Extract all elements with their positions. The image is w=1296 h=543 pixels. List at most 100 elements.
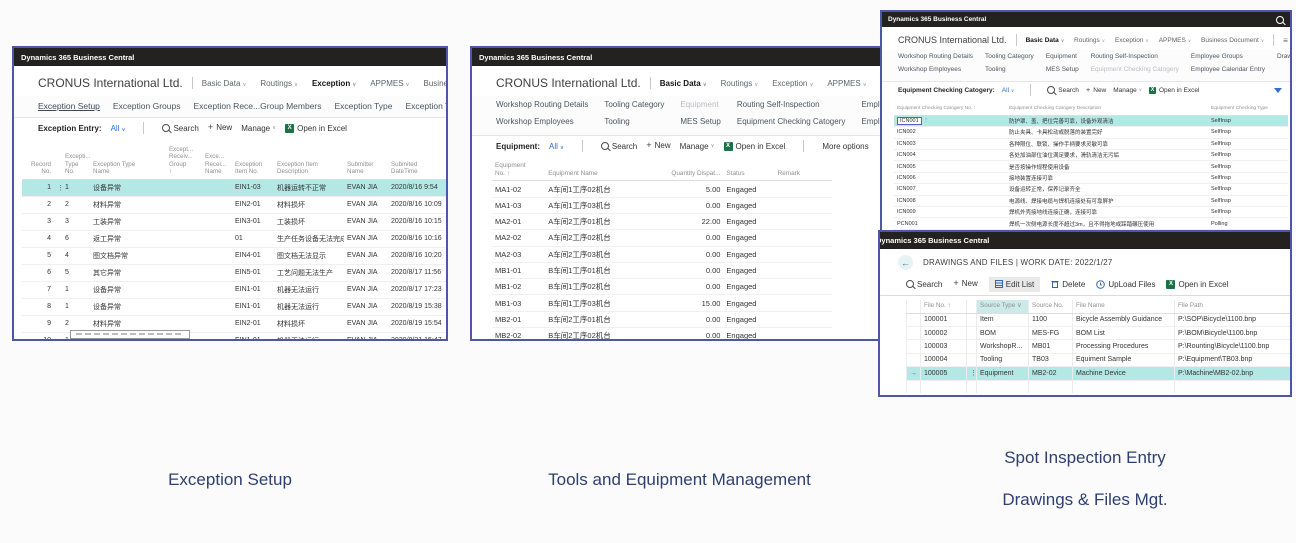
- tab-exception-group-members[interactable]: Exception Rece...Group Members: [193, 101, 321, 111]
- col-source-type[interactable]: Source Type ∨: [977, 300, 1029, 313]
- view-filter-dropdown[interactable]: All∨: [111, 124, 126, 133]
- nav-mes-setup[interactable]: MES Setup: [1046, 66, 1079, 77]
- col-quantity-dispatched[interactable]: Quantity Dispat...: [666, 160, 723, 181]
- table-row[interactable]: MB1-02 B车间1工序02机台 0.00 Engaged: [492, 279, 832, 295]
- col-source-no[interactable]: Source No.: [1029, 300, 1073, 313]
- col-record-no[interactable]: Record No.: [22, 144, 54, 179]
- nav-workshop-employees[interactable]: Workshop Employees: [898, 66, 973, 77]
- more-options-button[interactable]: More options: [822, 142, 868, 151]
- table-row[interactable]: 5 ⋮ 4 图文档异常 EIN4-01 图文档无法显示 EVAN JIA 202…: [22, 247, 446, 264]
- table-row[interactable]: ICN003 ⋮ 各种限位、联锁、操作手柄要求灵敏可靠 SelfInsp: [894, 138, 1288, 149]
- edit-list-button[interactable]: Edit List: [989, 277, 1040, 292]
- table-row[interactable]: → 100004 ⋮ Tooling TB03 Equiment Sample …: [907, 353, 1291, 366]
- view-filter-dropdown[interactable]: All∨: [549, 142, 564, 151]
- menu-item-exception[interactable]: Exception∨: [1115, 37, 1149, 44]
- menu-item-basic-data[interactable]: Basic Data∨: [202, 79, 247, 88]
- new-button[interactable]: +New: [208, 123, 232, 132]
- nav-routing-self-inspection[interactable]: Routing Self-Inspection: [737, 100, 846, 114]
- col-datetime[interactable]: Submited DateTime: [388, 144, 446, 179]
- table-row[interactable]: ICN005 ⋮ 是否按操作规程使用设备 SelfInsp: [894, 161, 1288, 172]
- table-row[interactable]: ICN008 ⋮ 电源线、焊接电缆与焊机连接处有可靠屏护 SelfInsp: [894, 195, 1288, 206]
- tab-exception-type-item[interactable]: Exception Type Item: [405, 101, 446, 111]
- nav-equipment[interactable]: Equipment: [1046, 53, 1079, 64]
- table-row[interactable]: ICN001 ⋮ 防护罩、盖、把位完善可靠，设备外观清洁 SelfInsp: [894, 115, 1288, 126]
- filter-pane-icon[interactable]: [1274, 88, 1282, 93]
- table-row[interactable]: MA1-02 A车间1工序02机台 5.00 Engaged: [492, 181, 832, 197]
- nav-drawings-and-files[interactable]: Drawings and Files: [1277, 53, 1290, 64]
- nav-tooling-category[interactable]: Tooling Category: [985, 53, 1034, 64]
- col-file-no[interactable]: File No. ↑: [921, 300, 967, 313]
- search-button[interactable]: Search: [601, 142, 637, 151]
- open-in-excel-button[interactable]: XOpen in Excel: [1166, 280, 1228, 289]
- nav-tooling[interactable]: Tooling: [985, 66, 1034, 77]
- company-name[interactable]: CRONUS International Ltd.: [898, 35, 1007, 45]
- open-in-excel-button[interactable]: XOpen in Excel: [1149, 87, 1199, 94]
- table-row[interactable]: 7 ⋮ 1 设备异常 EIN1-01 机器无法运行 EVAN JIA 2020/…: [22, 281, 446, 298]
- col-remark[interactable]: Remark: [775, 160, 832, 181]
- table-row[interactable]: 1 ⋮ 1 设备异常 EIN1-03 机器运转不正常 EVAN JIA 2020…: [22, 179, 446, 196]
- menu-item-appmes[interactable]: APPMES∨: [370, 79, 409, 88]
- nav-tooling-category[interactable]: Tooling Category: [604, 100, 664, 114]
- nav-tooling[interactable]: Tooling: [604, 117, 664, 131]
- manage-button[interactable]: Manage∨: [241, 124, 276, 133]
- col-equipment-name[interactable]: Equipment Name: [545, 160, 666, 181]
- table-row[interactable]: MA1-03 A车间1工序03机台 0.00 Engaged: [492, 197, 832, 213]
- col-receive-name[interactable]: Exce... Recei... Name: [202, 144, 232, 179]
- menu-item-routings[interactable]: Routings∨: [721, 79, 759, 88]
- search-icon[interactable]: [1276, 16, 1284, 24]
- table-row[interactable]: → ⋮: [907, 380, 1291, 393]
- menu-item-exception[interactable]: Exception∨: [312, 79, 356, 88]
- table-row[interactable]: MA2-03 A车间2工序03机台 0.00 Engaged: [492, 246, 832, 262]
- menu-item-appmes[interactable]: APPMES∨: [827, 79, 866, 88]
- table-row[interactable]: PCN001 ⋮ 焊机一次侧电源长度不超过3m，且不得拖地或踩踏碾压使用 Pol…: [894, 218, 1288, 229]
- table-row[interactable]: → 100005 ⋮ Equipment MB2-02 Machine Devi…: [907, 367, 1291, 380]
- table-row[interactable]: → 100001 ⋮ Item 1100 Bicycle Assembly Gu…: [907, 313, 1291, 326]
- new-button[interactable]: +New: [646, 141, 670, 150]
- col-item-no[interactable]: Exception Item No.: [232, 144, 274, 179]
- table-row[interactable]: ICN007 ⋮ 设备运转正常，保养记录齐全 SelfInsp: [894, 184, 1288, 195]
- col-status[interactable]: Status: [723, 160, 774, 181]
- table-row[interactable]: MB2-01 B车间2工序01机台 0.00 Engaged: [492, 311, 832, 327]
- table-row[interactable]: MB2-02 B车间2工序02机台 0.00 Engaged: [492, 328, 832, 339]
- menu-item-routings[interactable]: Routings∨: [260, 79, 298, 88]
- table-row[interactable]: 2 ⋮ 2 材料异常 EIN2-01 材料损坏 EVAN JIA 2020/8/…: [22, 196, 446, 213]
- col-type-name[interactable]: Exception Type Name: [90, 144, 166, 179]
- table-row[interactable]: ICN004 ⋮ 各处加油部位油位满足要求，滑轨清洁无污垢 SelfInsp: [894, 150, 1288, 161]
- menu-item-business-document[interactable]: Business Document∨: [424, 79, 446, 88]
- manage-button[interactable]: Manage∨: [680, 142, 715, 151]
- view-filter-dropdown[interactable]: All∨: [1002, 87, 1014, 94]
- nav-workshop-employees[interactable]: Workshop Employees: [496, 117, 588, 131]
- col-checking-description[interactable]: Equipment Checking Catogery Description: [1006, 104, 1208, 115]
- table-row[interactable]: 3 ⋮ 3 工装异常 EIN3-01 工装损坏 EVAN JIA 2020/8/…: [22, 213, 446, 230]
- open-in-excel-button[interactable]: XOpen in Excel: [724, 142, 786, 151]
- menu-item-business-document[interactable]: Business Document∨: [1201, 37, 1264, 44]
- new-button[interactable]: +New: [953, 279, 977, 288]
- table-row[interactable]: 6 ⋮ 5 其它异常 EIN5-01 工艺问题无法生产 EVAN JIA 202…: [22, 264, 446, 281]
- search-button[interactable]: Search: [1047, 86, 1079, 94]
- menu-item-basic-data[interactable]: Basic Data∨: [1026, 37, 1064, 44]
- table-row[interactable]: ICN009 ⋮ 焊机外壳接地线连接正确，连接可靠 SelfInsp: [894, 207, 1288, 218]
- open-in-excel-button[interactable]: XOpen in Excel: [285, 124, 347, 133]
- nav-employee-groups[interactable]: Employee Groups: [1191, 53, 1265, 64]
- search-button[interactable]: Search: [162, 124, 198, 133]
- col-checking-type[interactable]: Equipment Checking Type: [1208, 104, 1288, 115]
- table-row[interactable]: MB1-03 B车间1工序03机台 15.00 Engaged: [492, 295, 832, 311]
- delete-button[interactable]: Delete: [1051, 280, 1085, 289]
- new-button[interactable]: +New: [1086, 86, 1106, 93]
- tab-exception-groups[interactable]: Exception Groups: [113, 101, 181, 111]
- company-name[interactable]: CRONUS International Ltd.: [38, 76, 183, 90]
- table-row[interactable]: MB1-01 B车间1工序01机台 0.00 Engaged: [492, 262, 832, 278]
- table-row[interactable]: MA2-01 A车间2工序01机台 22.00 Engaged: [492, 213, 832, 229]
- table-row[interactable]: ICN006 ⋮ 接地装置连接可靠 SelfInsp: [894, 172, 1288, 183]
- table-row[interactable]: → 100003 ⋮ WorkshopR... MB01 Processing …: [907, 340, 1291, 353]
- tab-exception-type[interactable]: Exception Type: [335, 101, 393, 111]
- menu-item-exception[interactable]: Exception∨: [772, 79, 813, 88]
- manage-button[interactable]: Manage∨: [1113, 87, 1142, 94]
- menu-item-basic-data[interactable]: Basic Data∨: [660, 79, 707, 88]
- col-file-name[interactable]: File Name: [1073, 300, 1175, 313]
- nav-employee-calendar-entry[interactable]: Employee Calendar Entry: [1191, 66, 1265, 77]
- nav-routing-self-inspection[interactable]: Routing Self-Inspection: [1091, 53, 1179, 64]
- col-submitter[interactable]: Submitter Name: [344, 144, 388, 179]
- menu-item-appmes[interactable]: APPMES∨: [1159, 37, 1191, 44]
- table-row[interactable]: ICN002 ⋮ 防止夹具、卡具松动或脱落的装置完好 SelfInsp: [894, 127, 1288, 138]
